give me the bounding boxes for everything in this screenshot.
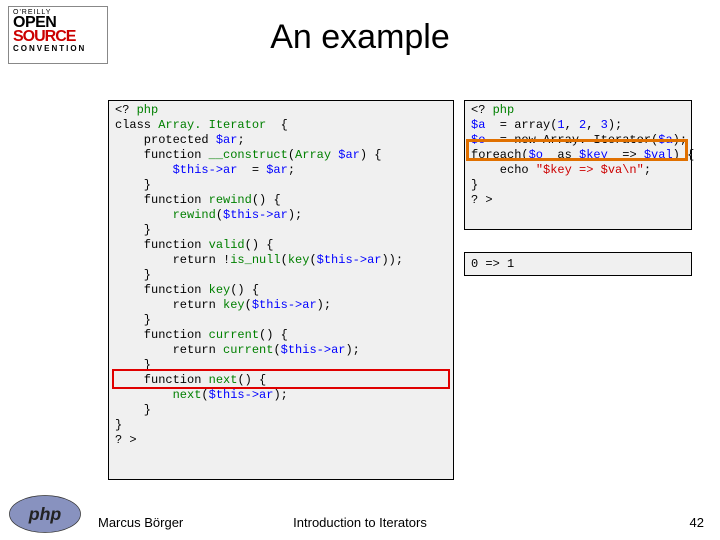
slide-title: An example (0, 18, 720, 57)
code-right-panel: <? php $a = array(1, 2, 3); $o = new Arr… (464, 100, 692, 230)
footer-title: Introduction to Iterators (0, 515, 720, 530)
code-left-panel: <? php class Array. Iterator { protected… (108, 100, 454, 480)
footer-page: 42 (690, 515, 704, 530)
output-panel: 0 => 1 (464, 252, 692, 276)
